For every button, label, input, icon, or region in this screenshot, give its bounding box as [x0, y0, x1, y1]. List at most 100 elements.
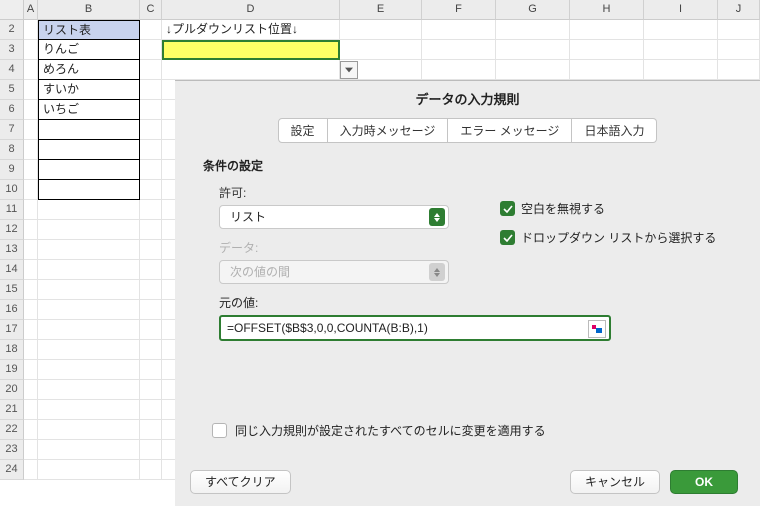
cell[interactable] — [422, 40, 496, 60]
row-head[interactable]: 20 — [0, 380, 24, 400]
col-head-D[interactable]: D — [162, 0, 340, 20]
cell[interactable] — [140, 460, 162, 480]
cell[interactable] — [140, 260, 162, 280]
row-head[interactable]: 22 — [0, 420, 24, 440]
cell[interactable] — [24, 340, 38, 360]
cell[interactable] — [24, 200, 38, 220]
col-head-A[interactable]: A — [24, 0, 38, 20]
cell[interactable] — [38, 160, 140, 180]
cell[interactable] — [496, 40, 570, 60]
row-head[interactable]: 13 — [0, 240, 24, 260]
cell[interactable] — [570, 60, 644, 80]
col-head-F[interactable]: F — [422, 0, 496, 20]
cell[interactable] — [24, 20, 38, 40]
cell[interactable] — [140, 220, 162, 240]
cell[interactable] — [38, 360, 140, 380]
row-head[interactable]: 7 — [0, 120, 24, 140]
cell[interactable] — [140, 160, 162, 180]
cell[interactable]: いちご — [38, 100, 140, 120]
cell[interactable] — [38, 220, 140, 240]
cell[interactable] — [644, 40, 718, 60]
cell[interactable] — [38, 180, 140, 200]
cell[interactable] — [644, 20, 718, 40]
col-head-E[interactable]: E — [340, 0, 422, 20]
cell[interactable] — [570, 20, 644, 40]
cell[interactable] — [718, 60, 760, 80]
cell[interactable] — [140, 320, 162, 340]
row-head[interactable]: 2 — [0, 20, 24, 40]
cell[interactable] — [570, 40, 644, 60]
apply-same-checkbox[interactable]: 同じ入力規則が設定されたすべてのセルに変更を適用する — [212, 422, 546, 439]
cell[interactable] — [38, 440, 140, 460]
cell[interactable] — [38, 320, 140, 340]
row-head[interactable]: 9 — [0, 160, 24, 180]
cancel-button[interactable]: キャンセル — [570, 470, 660, 494]
cell[interactable] — [140, 40, 162, 60]
cell[interactable]: リスト表 — [38, 20, 140, 40]
cell[interactable] — [140, 120, 162, 140]
row-head[interactable]: 24 — [0, 460, 24, 480]
row-head[interactable]: 19 — [0, 360, 24, 380]
cell[interactable] — [24, 40, 38, 60]
cell[interactable] — [24, 60, 38, 80]
cell[interactable] — [38, 340, 140, 360]
cell[interactable] — [140, 400, 162, 420]
cell[interactable] — [24, 160, 38, 180]
dropdown-arrow-icon[interactable] — [340, 61, 358, 79]
ignore-blank-checkbox[interactable]: 空白を無視する — [500, 200, 716, 217]
row-head[interactable]: 8 — [0, 140, 24, 160]
row-head[interactable]: 10 — [0, 180, 24, 200]
cell[interactable] — [24, 140, 38, 160]
cell[interactable] — [140, 380, 162, 400]
in-cell-dropdown-checkbox[interactable]: ドロップダウン リストから選択する — [500, 229, 716, 246]
row-head[interactable]: 15 — [0, 280, 24, 300]
clear-all-button[interactable]: すべてクリア — [190, 470, 291, 494]
row-head[interactable]: 18 — [0, 340, 24, 360]
cell[interactable] — [140, 240, 162, 260]
cell[interactable] — [24, 380, 38, 400]
cell[interactable] — [422, 60, 496, 80]
cell[interactable] — [340, 40, 422, 60]
cell[interactable] — [24, 220, 38, 240]
cell[interactable] — [38, 260, 140, 280]
cell[interactable] — [644, 60, 718, 80]
cell[interactable] — [24, 460, 38, 480]
row-head[interactable]: 4 — [0, 60, 24, 80]
cell[interactable] — [140, 300, 162, 320]
cell[interactable] — [422, 20, 496, 40]
cell[interactable] — [140, 100, 162, 120]
row-head[interactable]: 23 — [0, 440, 24, 460]
cell[interactable] — [24, 400, 38, 420]
tab-input-message[interactable]: 入力時メッセージ — [328, 118, 449, 143]
cell[interactable] — [140, 360, 162, 380]
cell[interactable] — [140, 80, 162, 100]
row-head[interactable]: 14 — [0, 260, 24, 280]
cell[interactable] — [24, 440, 38, 460]
cell[interactable] — [24, 280, 38, 300]
row-head[interactable]: 5 — [0, 80, 24, 100]
col-head-B[interactable]: B — [38, 0, 140, 20]
cell[interactable]: りんご — [38, 40, 140, 60]
source-input[interactable]: =OFFSET($B$3,0,0,COUNTA(B:B),1) — [219, 315, 611, 341]
tab-settings[interactable]: 設定 — [278, 118, 328, 143]
cell[interactable] — [24, 360, 38, 380]
cell[interactable] — [24, 260, 38, 280]
row-head[interactable]: 17 — [0, 320, 24, 340]
allow-select[interactable]: リスト — [219, 205, 449, 229]
cell[interactable]: すいか — [38, 80, 140, 100]
cell[interactable] — [718, 20, 760, 40]
row-head[interactable]: 11 — [0, 200, 24, 220]
cell[interactable] — [38, 200, 140, 220]
row-head[interactable]: 6 — [0, 100, 24, 120]
cell[interactable] — [496, 20, 570, 40]
tab-error-alert[interactable]: エラー メッセージ — [448, 118, 572, 143]
cell[interactable] — [24, 120, 38, 140]
cell[interactable] — [718, 40, 760, 60]
cell[interactable] — [38, 400, 140, 420]
cell[interactable] — [140, 180, 162, 200]
cell[interactable] — [496, 60, 570, 80]
cell[interactable] — [38, 120, 140, 140]
cell[interactable] — [38, 460, 140, 480]
cell[interactable] — [38, 240, 140, 260]
cell[interactable] — [24, 420, 38, 440]
